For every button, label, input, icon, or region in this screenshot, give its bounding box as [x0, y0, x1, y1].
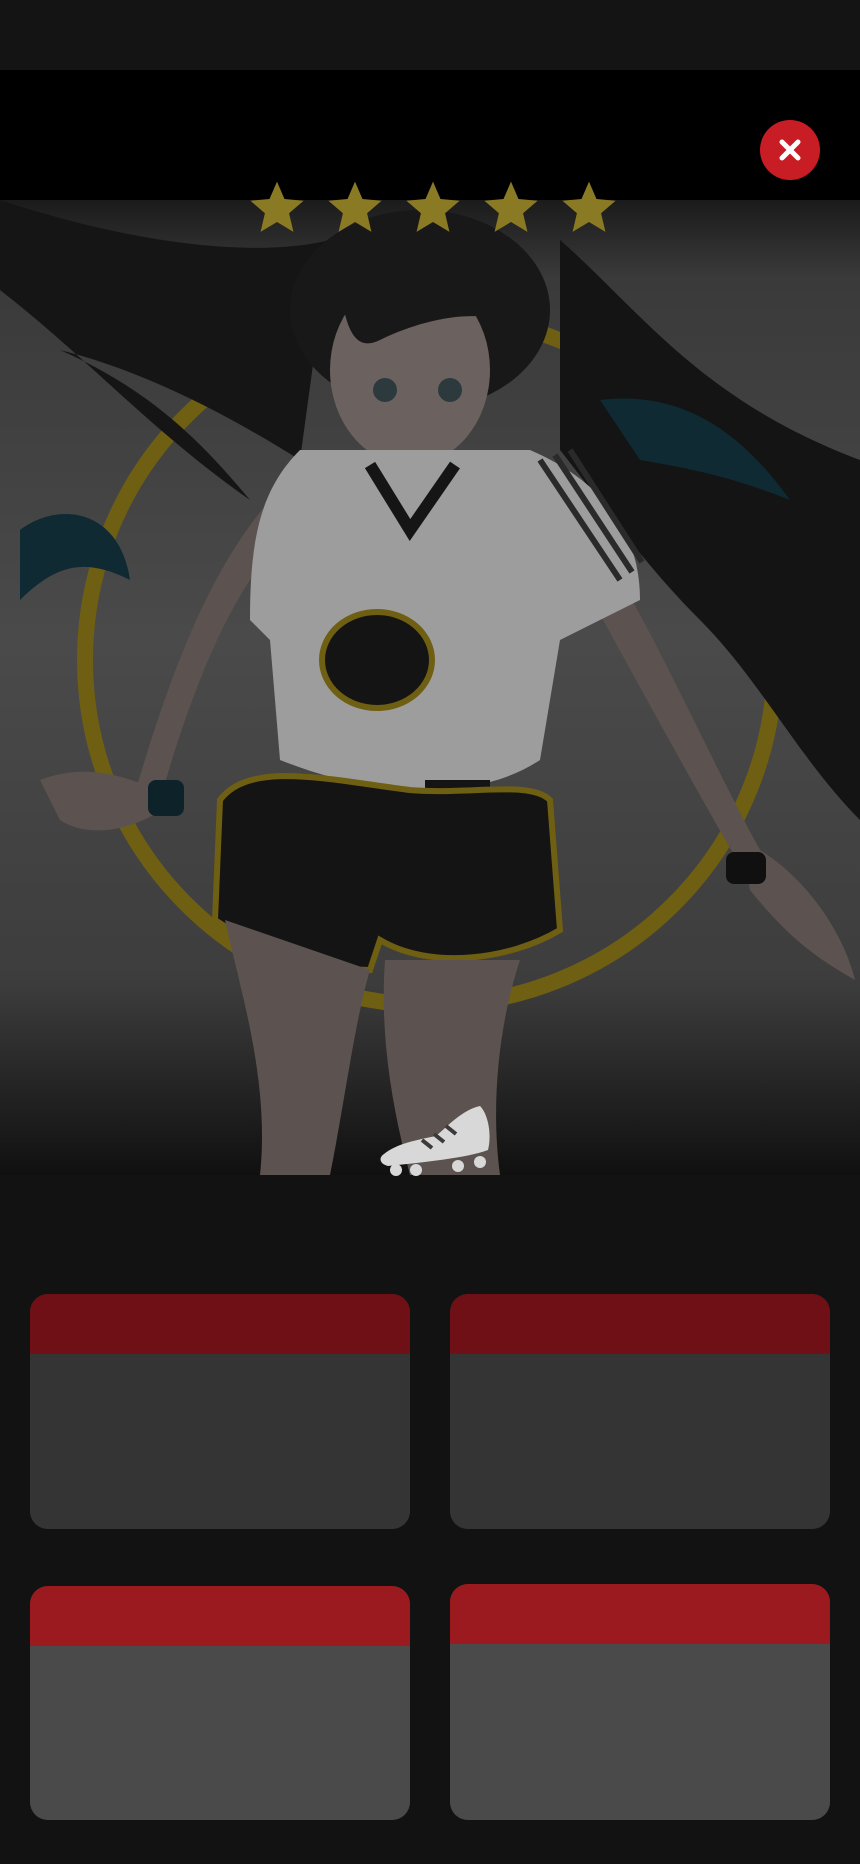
- stat-card[interactable]: [30, 1294, 410, 1529]
- card-detail-screen: [0, 0, 860, 1864]
- stat-card-header: [450, 1584, 830, 1644]
- star-icon: [250, 181, 304, 232]
- stat-card-body: [30, 1354, 410, 1529]
- stat-card-body: [450, 1354, 830, 1529]
- wristband-right: [726, 852, 766, 884]
- jersey-crest: [319, 609, 435, 711]
- player-illustration: [0, 200, 860, 1175]
- jersey: [250, 450, 640, 790]
- stat-card-header: [450, 1294, 830, 1354]
- stat-card[interactable]: [450, 1294, 830, 1529]
- stat-card-body: [450, 1644, 830, 1820]
- star-icon: [406, 181, 460, 232]
- wristband-left: [148, 780, 184, 816]
- football-boot-icon: [380, 1106, 490, 1176]
- stat-card-header: [30, 1586, 410, 1646]
- close-icon: [779, 139, 801, 161]
- close-button[interactable]: [760, 120, 820, 180]
- top-status-bar: [0, 0, 860, 70]
- stat-card-body: [30, 1646, 410, 1820]
- stat-card-header: [30, 1294, 410, 1354]
- player-card-artwork: [0, 200, 860, 1175]
- eye-right: [438, 378, 462, 402]
- star-icon: [562, 181, 616, 232]
- star-icon: [484, 181, 538, 232]
- star-icon: [328, 181, 382, 232]
- stat-card[interactable]: [450, 1584, 830, 1820]
- eye-left: [373, 378, 397, 402]
- hair-left: [0, 200, 330, 500]
- stat-card[interactable]: [30, 1586, 410, 1820]
- star-rating: [248, 178, 618, 238]
